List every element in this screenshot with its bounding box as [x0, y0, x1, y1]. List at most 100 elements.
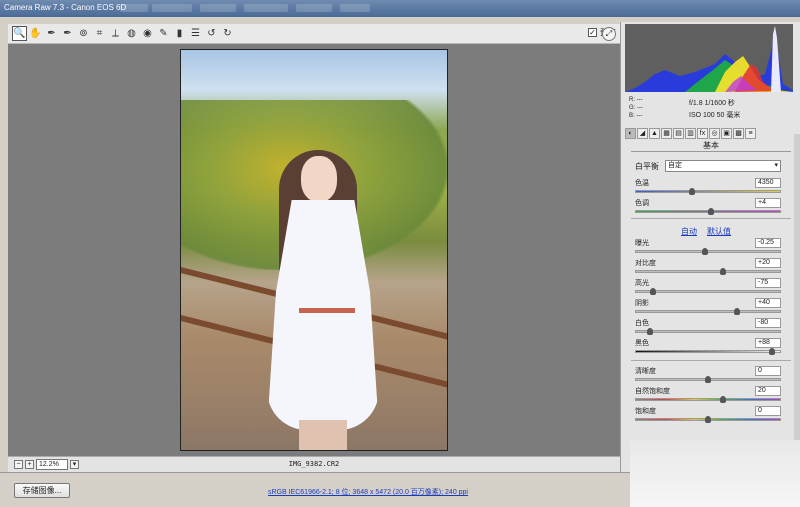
- blacks-value[interactable]: +88: [755, 338, 781, 348]
- rotate-left-tool-icon[interactable]: ↺: [204, 26, 219, 41]
- highlights-slider[interactable]: 高光 -75: [635, 278, 781, 296]
- menu-blur: [152, 4, 192, 12]
- white-balance-row: 白平衡 自定: [635, 160, 781, 172]
- white-balance-label: 白平衡: [635, 161, 659, 171]
- shadows-slider[interactable]: 阴影 +40: [635, 298, 781, 316]
- contrast-value[interactable]: +20: [755, 258, 781, 268]
- whites-thumb[interactable]: [646, 328, 653, 335]
- white-balance-tool-icon[interactable]: ✒: [44, 26, 59, 41]
- saturation-slider[interactable]: 饱和度 0: [635, 406, 781, 424]
- preferences-tool-icon[interactable]: ☰: [188, 26, 203, 41]
- straighten-tool-icon[interactable]: ⟂: [108, 26, 123, 41]
- menu-blur: [200, 4, 236, 12]
- tint-slider[interactable]: 色调 +4: [635, 198, 781, 216]
- tint-label: 色调: [635, 200, 649, 207]
- highlights-label: 高光: [635, 280, 649, 287]
- color-sampler-tool-icon[interactable]: ✒: [60, 26, 75, 41]
- saturation-label: 饱和度: [635, 408, 656, 415]
- zoom-tool-icon[interactable]: 🔍: [12, 26, 27, 41]
- vibrance-label: 自然饱和度: [635, 388, 670, 395]
- spot-removal-tool-icon[interactable]: ◍: [124, 26, 139, 41]
- photo-face: [301, 156, 337, 202]
- contrast-thumb[interactable]: [719, 268, 726, 275]
- save-image-button[interactable]: 存储图像...: [14, 483, 70, 498]
- crop-tool-icon[interactable]: ⌗: [92, 26, 107, 41]
- temperature-value[interactable]: 4350: [755, 178, 781, 188]
- saturation-thumb[interactable]: [705, 416, 711, 423]
- default-link[interactable]: 默认值: [707, 226, 731, 237]
- exposure-label: 曝光: [635, 240, 649, 247]
- exposure-value[interactable]: -0.25: [755, 238, 781, 248]
- photo-legs: [299, 420, 347, 450]
- highlights-value[interactable]: -75: [755, 278, 781, 288]
- detail-tab-icon[interactable]: ▲: [649, 128, 660, 139]
- contrast-label: 对比度: [635, 260, 656, 267]
- histogram: [625, 24, 793, 92]
- effects-tab-icon[interactable]: fx: [697, 128, 708, 139]
- tint-value[interactable]: +4: [755, 198, 781, 208]
- clarity-value[interactable]: 0: [755, 366, 781, 376]
- window-title: Camera Raw 7.3 - Canon EOS 6D: [4, 3, 127, 12]
- highlights-thumb[interactable]: [649, 288, 656, 295]
- temperature-label: 色温: [635, 180, 649, 187]
- hand-tool-icon[interactable]: ✋: [28, 26, 43, 41]
- vibrance-slider[interactable]: 自然饱和度 20: [635, 386, 781, 404]
- snapshots-tab-icon[interactable]: ▩: [733, 128, 744, 139]
- exposure-info: f/1.8 1/1600 秒: [689, 100, 735, 107]
- shadows-value[interactable]: +40: [755, 298, 781, 308]
- blacks-thumb[interactable]: [769, 348, 776, 355]
- graduated-filter-tool-icon[interactable]: ▮: [172, 26, 187, 41]
- histogram-graph: [625, 26, 793, 92]
- white-balance-select[interactable]: 自定: [665, 160, 781, 172]
- clarity-thumb[interactable]: [705, 376, 711, 383]
- panel-menu-icon[interactable]: ≡: [745, 128, 756, 139]
- blue-readout: B: ---: [629, 113, 643, 119]
- tint-thumb[interactable]: [707, 208, 714, 215]
- toolbar: 🔍 ✋ ✒ ✒ ⊚ ⌗ ⟂ ◍ ◉ ✎ ▮ ☰ ↺ ↻ ✓ 预览: [8, 24, 620, 44]
- workflow-options-link[interactable]: sRGB IEC61966-2.1; 8 位; 3648 x 5472 (20.…: [268, 487, 468, 497]
- menu-blur: [340, 4, 370, 12]
- exposure-thumb[interactable]: [702, 248, 709, 255]
- vibrance-value[interactable]: 20: [755, 386, 781, 396]
- bottom-bar: 存储图像... sRGB IEC61966-2.1; 8 位; 3648 x 5…: [0, 472, 630, 507]
- auto-link[interactable]: 自动: [681, 226, 697, 237]
- whites-slider[interactable]: 白色 -80: [635, 318, 781, 336]
- section-title: 基本: [631, 140, 791, 152]
- adjustment-brush-tool-icon[interactable]: ✎: [156, 26, 171, 41]
- tone-curve-tab-icon[interactable]: ◢: [637, 128, 648, 139]
- canvas-footer: − + 12.2% ▾ IMG_9382.CR2: [8, 456, 620, 472]
- hsl-tab-icon[interactable]: ▦: [661, 128, 672, 139]
- shadows-thumb[interactable]: [734, 308, 741, 315]
- red-eye-tool-icon[interactable]: ◉: [140, 26, 155, 41]
- blacks-slider[interactable]: 黑色 +88: [635, 338, 781, 356]
- green-readout: G: ---: [629, 105, 643, 111]
- saturation-value[interactable]: 0: [755, 406, 781, 416]
- auto-default-row: 自动 默认值: [681, 226, 731, 237]
- preview-photo: [180, 49, 448, 451]
- lens-tab-icon[interactable]: ▥: [685, 128, 696, 139]
- basic-tab-icon[interactable]: ◐: [625, 128, 636, 139]
- split-toning-tab-icon[interactable]: ▤: [673, 128, 684, 139]
- blank-area: [630, 440, 800, 507]
- temperature-thumb[interactable]: [688, 188, 695, 195]
- camera-calibration-tab-icon[interactable]: ◎: [709, 128, 720, 139]
- shadows-label: 阴影: [635, 300, 649, 307]
- target-adjust-tool-icon[interactable]: ⊚: [76, 26, 91, 41]
- filename-label: IMG_9382.CR2: [288, 460, 340, 468]
- menu-blur: [296, 4, 332, 12]
- presets-tab-icon[interactable]: ▣: [721, 128, 732, 139]
- adjustment-panel: R: --- G: --- B: --- f/1.8 1/1600 秒 ISO …: [620, 22, 800, 474]
- vibrance-thumb[interactable]: [719, 396, 726, 403]
- fullscreen-icon[interactable]: ⤢: [602, 27, 616, 41]
- clarity-label: 清晰度: [635, 368, 656, 375]
- contrast-slider[interactable]: 对比度 +20: [635, 258, 781, 276]
- panel-scrollbar[interactable]: [794, 134, 800, 474]
- clarity-slider[interactable]: 清晰度 0: [635, 366, 781, 384]
- rotate-right-tool-icon[interactable]: ↻: [220, 26, 235, 41]
- temperature-slider[interactable]: 色温 4350: [635, 178, 781, 196]
- preview-checkbox[interactable]: ✓: [588, 28, 597, 37]
- menu-blur: [120, 4, 148, 12]
- whites-value[interactable]: -80: [755, 318, 781, 328]
- whites-label: 白色: [635, 320, 649, 327]
- exposure-slider[interactable]: 曝光 -0.25: [635, 238, 781, 256]
